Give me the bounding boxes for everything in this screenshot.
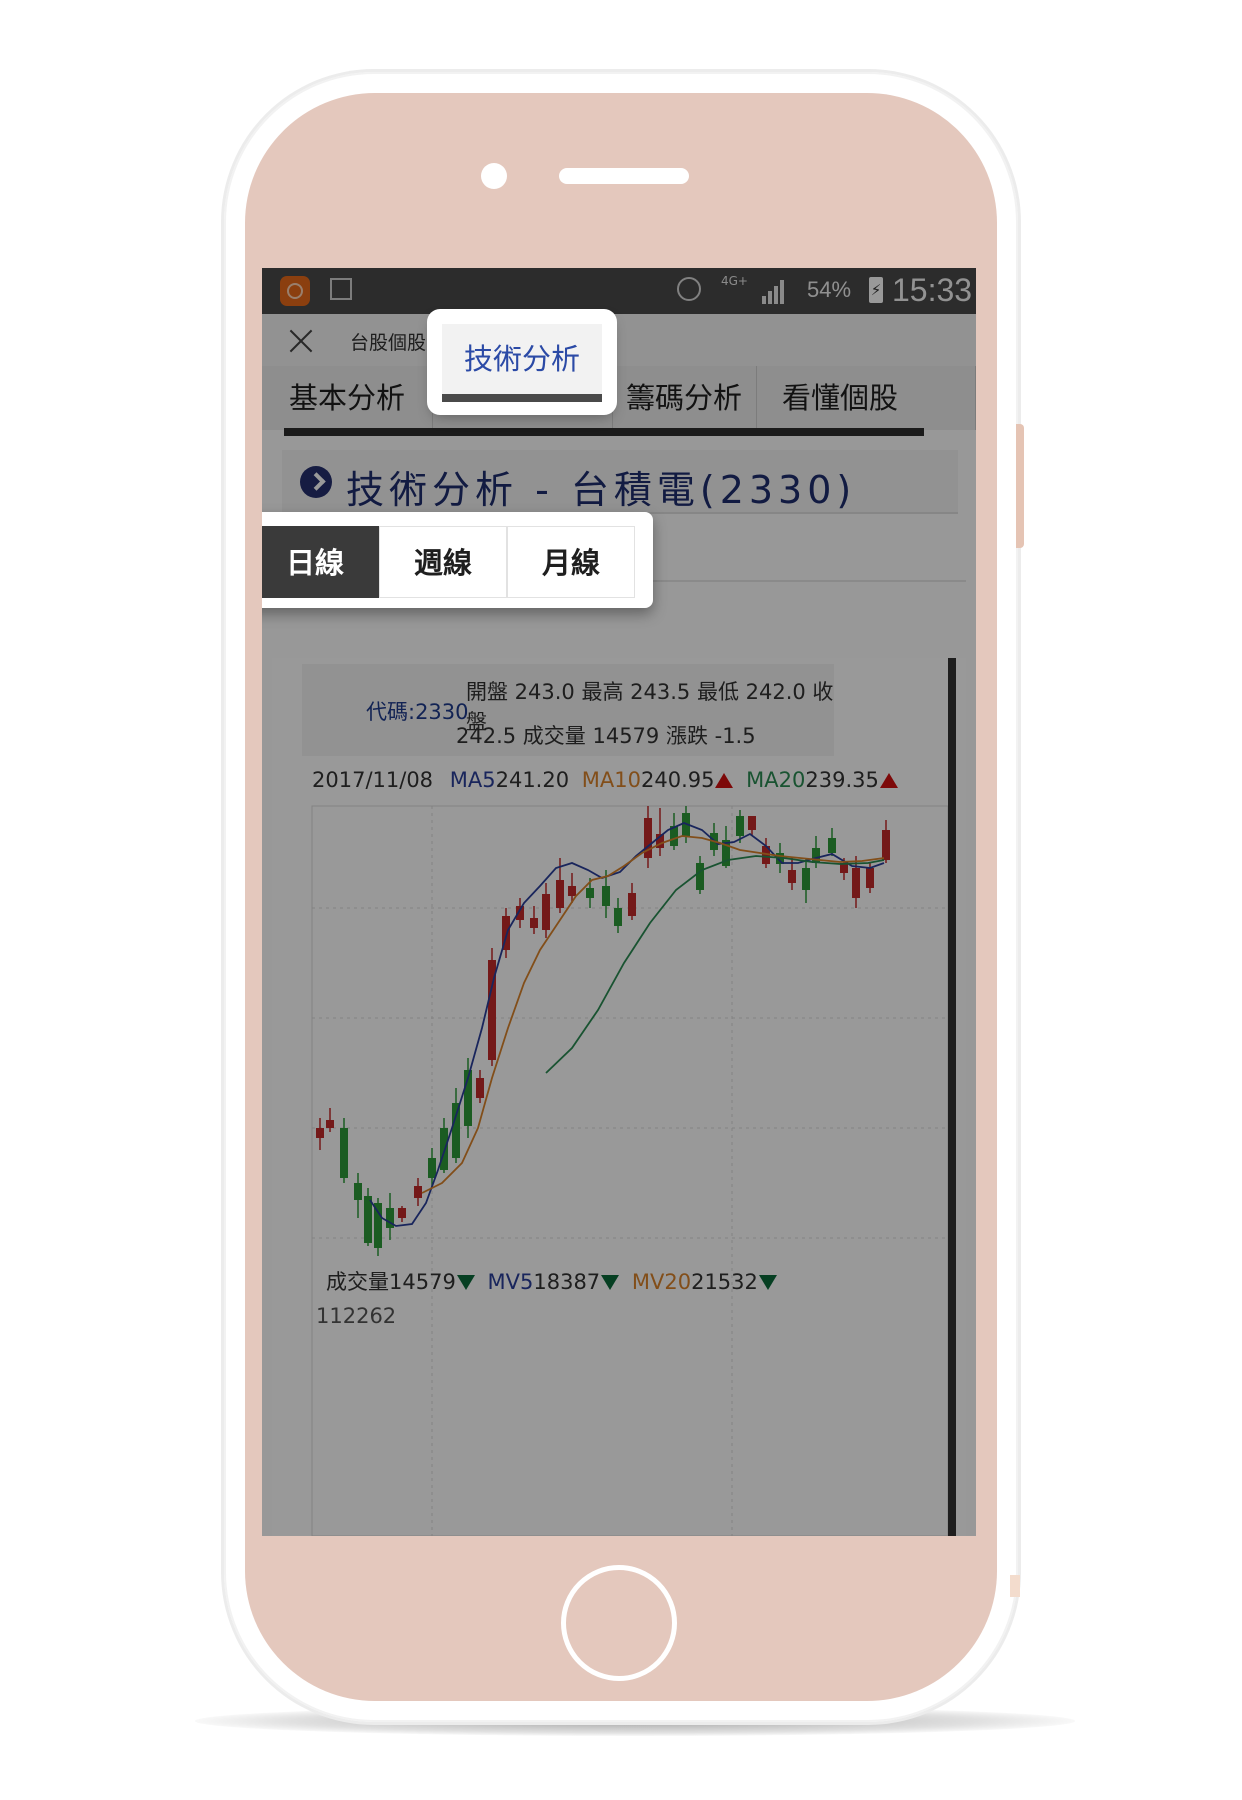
candle-body [736,816,744,836]
candle-body [882,830,890,860]
status-clock: 15:33 [892,272,973,308]
highlight-technical-tab[interactable]: 技術分析 [432,314,612,410]
period-daily-button[interactable]: 日線 [262,526,379,598]
analysis-tabs: 基本分析 技術分析 籌碼分析 看懂個股 [262,366,976,430]
candle-body [414,1186,422,1198]
candle-body [398,1208,406,1218]
app-notification-icon [280,276,310,306]
tab-basic-analysis[interactable]: 基本分析 [262,366,433,430]
ma20-line [545,855,885,1074]
side-mark [1010,1575,1020,1597]
mv20-label: MV20 [631,1270,692,1294]
battery-charging-icon: ⚡ [869,277,883,303]
camera-dot [481,163,507,189]
candle-body [476,1078,484,1098]
volume-value: 成交量14579 [326,1270,456,1294]
chart-scrollbar[interactable] [948,658,956,1536]
candle-body [374,1203,382,1248]
candle-body [602,886,610,906]
candle-body [530,918,538,928]
candlestick-chart [311,805,949,1536]
mv5-value: 18387 [533,1270,601,1294]
speaker-slot [559,168,689,184]
down-triangle-icon [601,1275,620,1290]
period-weekly-button[interactable]: 週線 [379,526,507,598]
candle-body [866,868,874,888]
candle-body [788,870,796,883]
candle-body [440,1128,448,1170]
candle-body [568,886,576,896]
alarm-icon [677,277,701,301]
home-button[interactable] [561,1565,677,1681]
arrow-right-circle-icon [300,466,332,498]
tab-understand-stock[interactable]: 看懂個股 [756,366,976,430]
candle-body [556,880,564,908]
candle-body [542,894,550,930]
candle-body [748,816,756,830]
network-type: 4G+ [721,274,748,288]
phone-screen: 4G+ 54% ⚡ 15:33 台股個股 基本分析 技術分析 籌碼分析 看懂個股… [262,268,976,1536]
battery-percent: 54% [807,277,852,302]
highlight-tab-label: 技術分析 [463,342,580,376]
signal-icon [762,278,790,304]
down-triangle-icon [456,1275,475,1290]
mv5-label: MV5 [487,1270,534,1294]
candle-body [326,1120,334,1128]
phone-mockup-stage: 4G+ 54% ⚡ 15:33 台股個股 基本分析 技術分析 籌碼分析 看懂個股… [0,0,1242,1800]
volume-row: 成交量14579 MV518387 MV2021532 [326,1266,777,1296]
status-bar: 4G+ 54% ⚡ 15:33 [262,268,976,314]
period-monthly-button[interactable]: 月線 [507,526,635,598]
candle-body [340,1128,348,1178]
close-icon[interactable] [288,328,314,354]
candle-body [802,868,810,890]
candle-body [628,893,636,916]
candle-body [828,838,836,853]
highlight-tab-inner: 技術分析 [442,324,602,402]
candle-body [354,1183,362,1200]
toolbar-title: 台股個股 [350,332,427,354]
tab-indicator-bar [284,428,924,436]
app-toolbar: 台股個股 [262,314,976,366]
section-header: 技術分析 - 台積電(2330) [282,450,958,514]
image-notification-icon [330,278,352,300]
period-selector: 日線 週線 月線 [262,512,653,608]
side-button [1016,424,1024,548]
stock-chart-area: 代碼:2330 開盤 243.0 最高 243.5 最低 242.0 收盤 24… [272,658,966,1536]
candle-body [852,868,860,898]
candle-body [316,1128,324,1138]
mv20-value: 21532 [691,1270,758,1294]
candle-body [696,863,704,890]
volume-axis-max: 112262 [316,1304,397,1328]
tab-chip-analysis[interactable]: 籌碼分析 [612,366,757,430]
down-triangle-icon [758,1275,777,1290]
candle-body [586,888,594,898]
candle-body [364,1196,372,1243]
section-title: 技術分析 - 台積電(2330) [346,468,857,512]
candle-body [614,908,622,926]
candle-body [452,1103,460,1158]
candle-body [428,1158,436,1178]
